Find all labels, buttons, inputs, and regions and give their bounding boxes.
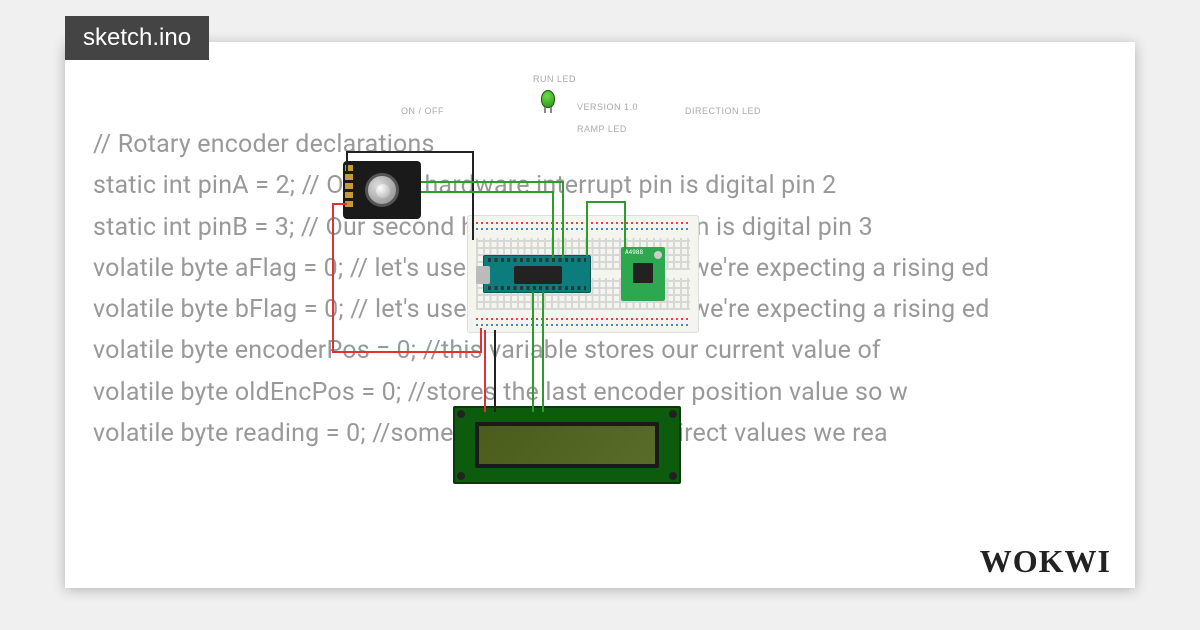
main-card: // Rotary encoder declarations static in… [65,42,1135,588]
code-line: volatile byte reading = 0; //somewhere t… [93,413,1107,454]
code-line: // Rotary encoder declarations [93,124,1107,165]
label-onoff: ON / OFF [401,106,444,116]
file-tab-label: sketch.ino [83,24,191,51]
code-line: volatile byte aFlag = 0; // let's use th… [93,248,1107,289]
code-line: static int pinA = 2; // Our first hardwa… [93,165,1107,206]
label-version: VERSION 1.0 [577,102,638,112]
code-line: static int pinB = 3; // Our second hardw… [93,207,1107,248]
label-runled: RUN LED [533,74,576,84]
code-line: volatile byte bFlag = 0; // let's use th… [93,289,1107,330]
code-editor[interactable]: // Rotary encoder declarations static in… [93,124,1107,588]
led-icon [541,90,555,108]
file-tab[interactable]: sketch.ino [65,16,209,60]
code-line: volatile byte oldEncPos = 0; //stores th… [93,372,1107,413]
wokwi-logo: WOKWI [980,543,1111,580]
label-dirled: DIRECTION LED [685,106,761,116]
code-line: volatile byte encoderPos = 0; //this var… [93,330,1107,371]
